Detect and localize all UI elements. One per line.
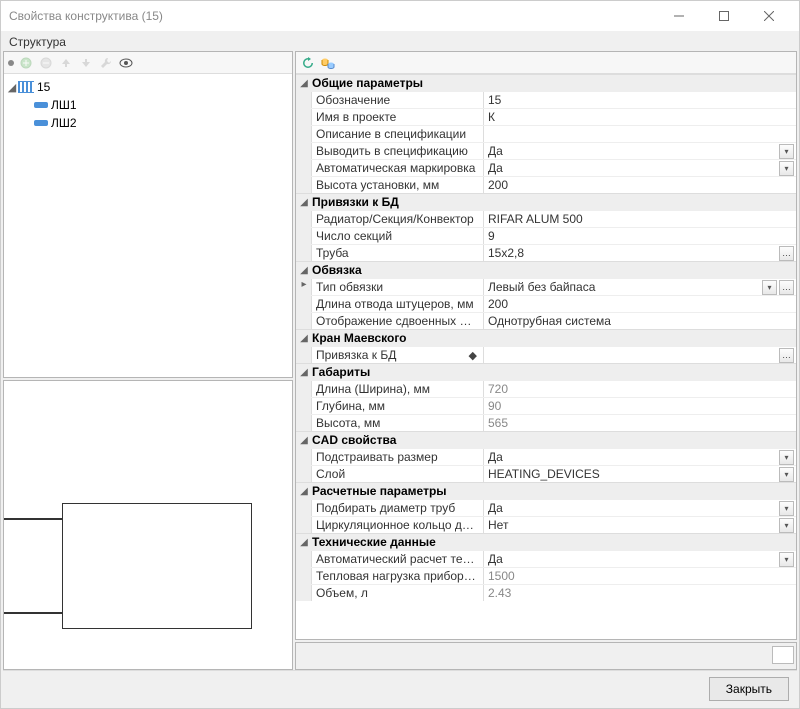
chevron-down-icon[interactable]: ▾	[779, 467, 794, 482]
tree-item-2[interactable]: ЛШ2	[6, 114, 290, 132]
prop-layer[interactable]: СлойHEATING_DEVICES▾	[296, 465, 796, 482]
chevron-down-icon[interactable]: ▾	[779, 144, 794, 159]
minimize-button[interactable]	[656, 1, 701, 31]
prop-kran-db[interactable]: Привязка к БД◆…	[296, 346, 796, 363]
fitting-icon	[34, 120, 48, 126]
main-split: ◢ 15 ЛШ1 ЛШ2	[3, 51, 797, 670]
toolbar-grip	[8, 60, 14, 66]
wrench-icon[interactable]	[98, 55, 114, 71]
prop-circ-ring[interactable]: Циркуляционное кольцо для отчетовНет▾	[296, 516, 796, 533]
prop-offset-len[interactable]: Длина отвода штуцеров, мм200	[296, 295, 796, 312]
preview-panel[interactable]	[3, 380, 293, 670]
prop-obv-type[interactable]: ▸Тип обвязкиЛевый без байпаса▾…	[296, 278, 796, 295]
radiator-icon	[18, 81, 34, 93]
structure-label: Структура	[3, 33, 797, 49]
cat-calc[interactable]: ◢Расчетные параметры	[296, 482, 796, 499]
cat-gab[interactable]: ◢Габариты	[296, 363, 796, 380]
cat-cad[interactable]: ◢CAD свойства	[296, 431, 796, 448]
prop-pick-diam[interactable]: Подбирать диаметр трубДа▾	[296, 499, 796, 516]
prop-heat-load[interactable]: Тепловая нагрузка прибора, Вт1500	[296, 567, 796, 584]
chevron-down-icon[interactable]: ▾	[779, 552, 794, 567]
pipe-top	[4, 518, 62, 520]
titlebar: Свойства конструктива (15)	[1, 1, 799, 31]
left-column: ◢ 15 ЛШ1 ЛШ2	[3, 51, 293, 670]
chevron-down-icon[interactable]: ▾	[779, 518, 794, 533]
cat-kran[interactable]: ◢Кран Маевского	[296, 329, 796, 346]
close-button[interactable]	[746, 1, 791, 31]
cat-tech[interactable]: ◢Технические данные	[296, 533, 796, 550]
maximize-button[interactable]	[701, 1, 746, 31]
window-title: Свойства конструктива (15)	[9, 9, 656, 23]
prop-height[interactable]: Высота, мм565	[296, 414, 796, 431]
tree-item-1-label: ЛШ1	[51, 98, 77, 112]
db-link-icon[interactable]	[320, 55, 336, 71]
chevron-down-icon[interactable]: ▾	[762, 280, 777, 295]
prop-autosize[interactable]: Подстраивать размерДа▾	[296, 448, 796, 465]
property-grid-body[interactable]: ◢Общие параметры Обозначение15 Имя в про…	[296, 74, 796, 639]
cat-general[interactable]: ◢Общие параметры	[296, 74, 796, 91]
tree-item-1[interactable]: ЛШ1	[6, 96, 290, 114]
prop-volume[interactable]: Объем, л2.43	[296, 584, 796, 601]
tree-panel: ◢ 15 ЛШ1 ЛШ2	[3, 51, 293, 378]
small-input[interactable]	[772, 646, 794, 664]
client-area: Структура ◢	[1, 31, 799, 708]
radiator-shape	[62, 503, 252, 629]
collapse-icon[interactable]: ◢	[6, 81, 18, 94]
chevron-down-icon[interactable]: ▾	[779, 501, 794, 516]
diamond-icon: ◆	[469, 349, 479, 362]
prop-auto-heat[interactable]: Автоматический расчет тепловой нагру…Да▾	[296, 550, 796, 567]
prop-spec-desc[interactable]: Описание в спецификации	[296, 125, 796, 142]
prop-length[interactable]: Длина (Ширина), мм720	[296, 380, 796, 397]
prop-sections[interactable]: Число секций9	[296, 227, 796, 244]
ellipsis-button[interactable]: …	[779, 246, 794, 261]
right-column: ◢Общие параметры Обозначение15 Имя в про…	[295, 51, 797, 670]
footer: Закрыть	[3, 670, 797, 706]
tree-root-label: 15	[37, 80, 50, 94]
up-arrow-icon[interactable]	[58, 55, 74, 71]
ellipsis-button[interactable]: …	[779, 280, 794, 295]
eye-icon[interactable]	[118, 55, 134, 71]
cat-obv[interactable]: ◢Обвязка	[296, 261, 796, 278]
down-arrow-icon[interactable]	[78, 55, 94, 71]
prop-install-height[interactable]: Высота установки, мм200	[296, 176, 796, 193]
prop-auto-mark[interactable]: Автоматическая маркировкаДа▾	[296, 159, 796, 176]
chevron-down-icon[interactable]: ▾	[779, 450, 794, 465]
tree-item-2-label: ЛШ2	[51, 116, 77, 130]
prop-depth[interactable]: Глубина, мм90	[296, 397, 796, 414]
prop-pipe[interactable]: Труба15x2,8…	[296, 244, 796, 261]
chevron-down-icon[interactable]: ▾	[779, 161, 794, 176]
fitting-icon	[34, 102, 48, 108]
add-icon[interactable]	[18, 55, 34, 71]
prop-dual-fitting[interactable]: Отображение сдвоенных штуцеров на…Однотр…	[296, 312, 796, 329]
prop-project-name[interactable]: Имя в проектеК	[296, 108, 796, 125]
prop-designation[interactable]: Обозначение15	[296, 91, 796, 108]
cat-db[interactable]: ◢Привязки к БД	[296, 193, 796, 210]
tree-body[interactable]: ◢ 15 ЛШ1 ЛШ2	[4, 74, 292, 377]
ellipsis-button[interactable]: …	[779, 348, 794, 363]
remove-icon[interactable]	[38, 55, 54, 71]
prop-radiator[interactable]: Радиатор/Секция/КонвекторRIFAR ALUM 500	[296, 210, 796, 227]
pipe-bottom	[4, 612, 62, 614]
prop-spec-output[interactable]: Выводить в спецификациюДа▾	[296, 142, 796, 159]
close-dialog-button[interactable]: Закрыть	[709, 677, 789, 701]
property-grid: ◢Общие параметры Обозначение15 Имя в про…	[295, 51, 797, 640]
property-toolbar	[296, 52, 796, 74]
tree-toolbar	[4, 52, 292, 74]
refresh-icon[interactable]	[300, 55, 316, 71]
window: Свойства конструктива (15) Структура	[0, 0, 800, 709]
description-panel	[295, 642, 797, 670]
tree-root[interactable]: ◢ 15	[6, 78, 290, 96]
